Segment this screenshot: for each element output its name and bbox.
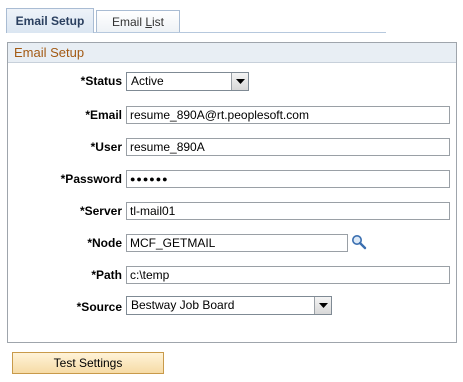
tab-email-list[interactable]: Email List: [96, 10, 180, 32]
chevron-down-icon[interactable]: [231, 73, 248, 90]
path-field[interactable]: c:\temp: [126, 266, 450, 284]
password-field[interactable]: ●●●●●●: [126, 170, 450, 188]
server-label: *Server: [79, 204, 122, 218]
status-value: Active: [131, 74, 164, 88]
node-field[interactable]: MCF_GETMAIL: [126, 234, 348, 252]
source-label: *Source: [76, 300, 122, 314]
magnifier-icon[interactable]: [351, 234, 367, 250]
email-label: *Email: [85, 108, 122, 122]
group-title: Email Setup: [8, 43, 456, 63]
test-settings-button[interactable]: Test Settings: [12, 352, 164, 374]
user-field[interactable]: resume_890A: [126, 138, 450, 156]
email-field[interactable]: resume_890A@rt.peoplesoft.com: [126, 106, 450, 124]
email-setup-group: Email Setup *Status Active *Email resume…: [7, 42, 457, 343]
tab-bar: Email Setup Email List: [6, 8, 386, 33]
tab-email-setup[interactable]: Email Setup: [6, 8, 94, 33]
chevron-down-icon[interactable]: [314, 297, 331, 314]
password-label: *Password: [60, 172, 122, 186]
tab-email-list-label: Email List: [111, 14, 165, 29]
user-label: *User: [90, 140, 122, 154]
status-label: *Status: [80, 74, 122, 88]
tab-email-setup-label: Email Setup: [15, 14, 85, 28]
source-select[interactable]: Bestway Job Board: [126, 296, 332, 315]
source-value: Bestway Job Board: [131, 298, 235, 312]
node-label: *Node: [87, 236, 122, 250]
path-label: *Path: [91, 268, 122, 282]
server-field[interactable]: tl-mail01: [126, 202, 450, 220]
status-select[interactable]: Active: [126, 72, 249, 91]
